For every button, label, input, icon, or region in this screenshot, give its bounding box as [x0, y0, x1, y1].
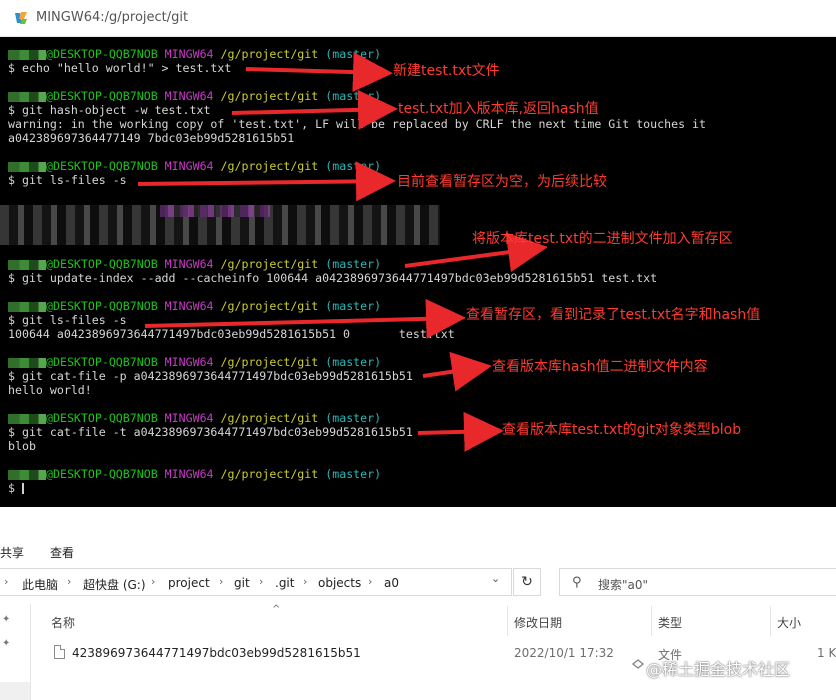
- redacted-region: [160, 205, 270, 217]
- breadcrumb-this-pc[interactable]: 此电脑: [22, 576, 58, 593]
- command-line: $ echo "hello world!" > test.txt: [8, 61, 232, 75]
- horizontal-scrollbar[interactable]: [0, 682, 30, 700]
- prompt-block-3: @DESKTOP-QQB7NOB MINGW64 /g/project/git …: [8, 159, 381, 187]
- prompt-line: @DESKTOP-QQB7NOB MINGW64 /g/project/git …: [8, 299, 455, 313]
- prompt-line: @DESKTOP-QQB7NOB MINGW64 /g/project/git …: [8, 467, 381, 481]
- breadcrumb-dotgit[interactable]: .git: [275, 576, 294, 590]
- annotation-ls-files: 查看暂存区，看到记录了test.txt名字和hash值: [466, 307, 761, 323]
- prompt-line: @DESKTOP-QQB7NOB MINGW64 /g/project/git …: [8, 89, 706, 103]
- file-modified: 2022/10/1 17:32: [514, 646, 614, 660]
- tab-share[interactable]: 共享: [0, 544, 24, 561]
- prompt-block-5: @DESKTOP-QQB7NOB MINGW64 /g/project/git …: [8, 299, 455, 341]
- command-line: $ git cat-file -p a0423896973644771497bd…: [8, 369, 413, 383]
- command-line: $ git cat-file -t a0423896973644771497bd…: [8, 425, 413, 439]
- column-header-type[interactable]: 类型: [658, 614, 682, 631]
- prompt-block-6: @DESKTOP-QQB7NOB MINGW64 /g/project/git …: [8, 355, 413, 397]
- address-bar[interactable]: › 此电脑 › 超快盘 (G:) › project › git › .git …: [0, 568, 512, 596]
- column-divider[interactable]: [770, 606, 771, 636]
- chevron-right-icon: ›: [67, 575, 72, 588]
- prompt-line: @DESKTOP-QQB7NOB MINGW64 /g/project/git …: [8, 355, 413, 369]
- annotation-cat-file-p: 查看版本库hash值二进制文件内容: [492, 359, 708, 375]
- column-divider[interactable]: [651, 606, 652, 636]
- watermark: @稀土掘金技术社区: [646, 660, 791, 679]
- breadcrumb-a0[interactable]: a0: [384, 576, 399, 590]
- file-icon: [54, 645, 65, 659]
- annotation-update-index: 将版本库test.txt的二进制文件加入暂存区: [472, 231, 733, 247]
- command-line: $ git update-index --add --cacheinfo 100…: [8, 271, 658, 285]
- search-input[interactable]: ⚲ 搜索"a0": [559, 568, 836, 596]
- file-name: 423896973644771497bdc03eb99d5281615b51: [72, 646, 361, 660]
- column-divider[interactable]: [507, 606, 508, 636]
- command-line: $ git ls-files -s: [8, 173, 127, 187]
- chevron-right-icon: ›: [368, 575, 373, 588]
- column-header-modified[interactable]: 修改日期: [514, 614, 562, 631]
- output-line: 100644 a0423896973644771497bdc03eb99d528…: [8, 327, 455, 341]
- pin-icon[interactable]: ✦: [2, 614, 10, 625]
- chevron-right-icon: ›: [219, 575, 224, 588]
- prompt-block-2: @DESKTOP-QQB7NOB MINGW64 /g/project/git …: [8, 89, 706, 145]
- chevron-right-icon: ›: [4, 575, 9, 588]
- output-line: warning: in the working copy of 'test.tx…: [8, 117, 707, 131]
- command-line: $ git ls-files -s: [8, 313, 127, 327]
- text-cursor: [21, 483, 24, 494]
- breadcrumb-objects[interactable]: objects: [318, 576, 361, 590]
- chevron-down-icon[interactable]: ⌄: [491, 572, 500, 585]
- prompt-line: @DESKTOP-QQB7NOB MINGW64 /g/project/git …: [8, 257, 657, 271]
- chevron-right-icon: ›: [303, 575, 308, 588]
- redacted-username: [8, 259, 46, 270]
- annotation-cat-file-t: 查看版本库test.txt的git对象类型blob: [502, 422, 742, 438]
- chevron-right-icon: ›: [259, 575, 264, 588]
- column-header-size[interactable]: 大小: [777, 614, 801, 631]
- prompt-line: @DESKTOP-QQB7NOB MINGW64 /g/project/git …: [8, 411, 413, 425]
- annotation-hash-object: test.txt加入版本库,返回hash值: [398, 101, 599, 117]
- redacted-username: [8, 469, 46, 480]
- juejin-logo-icon: [632, 659, 644, 669]
- input-line[interactable]: $: [8, 481, 381, 495]
- prompt-line: @DESKTOP-QQB7NOB MINGW64 /g/project/git …: [8, 47, 381, 61]
- prompt-line: @DESKTOP-QQB7NOB MINGW64 /g/project/git …: [8, 159, 381, 173]
- column-header-name[interactable]: 名称: [51, 614, 75, 631]
- chevron-right-icon: ›: [151, 575, 156, 588]
- file-explorer: 共享 查看 › 此电脑 › 超快盘 (G:) › project › git ›…: [0, 508, 836, 700]
- terminal-titlebar: MINGW64:/g/project/git: [0, 0, 836, 37]
- prompt-block-1: @DESKTOP-QQB7NOB MINGW64 /g/project/git …: [8, 47, 381, 75]
- window-title: MINGW64:/g/project/git: [36, 10, 189, 25]
- breadcrumb-project[interactable]: project: [168, 576, 210, 590]
- output-line: hello world!: [8, 383, 92, 397]
- sort-ascending-icon: ^: [272, 604, 281, 615]
- refresh-button[interactable]: ↻: [513, 568, 541, 596]
- prompt-block-8: @DESKTOP-QQB7NOB MINGW64 /g/project/git …: [8, 467, 381, 495]
- search-icon: ⚲: [572, 575, 582, 590]
- prompt-block-7: @DESKTOP-QQB7NOB MINGW64 /g/project/git …: [8, 411, 413, 453]
- mingw-app-icon: [15, 12, 27, 24]
- redacted-username: [8, 49, 46, 60]
- redacted-username: [8, 91, 46, 102]
- command-line: $ git hash-object -w test.txt: [8, 103, 211, 117]
- tab-view[interactable]: 查看: [50, 544, 74, 561]
- pin-icon[interactable]: ✦: [2, 638, 10, 649]
- redacted-username: [8, 161, 46, 172]
- output-line: a042389697364477149 7bdc03eb99d5281615b5…: [8, 131, 295, 145]
- prompt-block-4: @DESKTOP-QQB7NOB MINGW64 /g/project/git …: [8, 257, 657, 285]
- redacted-username: [8, 357, 46, 368]
- redacted-username: [8, 413, 46, 424]
- annotation-empty-index: 目前查看暂存区为空，为后续比较: [397, 174, 607, 190]
- breadcrumb-drive[interactable]: 超快盘 (G:): [83, 576, 146, 593]
- search-placeholder: 搜索"a0": [598, 578, 649, 592]
- breadcrumb-git[interactable]: git: [234, 576, 250, 590]
- output-line: blob: [8, 439, 36, 453]
- annotation-create-file: 新建test.txt文件: [393, 63, 500, 79]
- file-size: 1 K: [817, 646, 836, 660]
- redacted-username: [8, 301, 46, 312]
- refresh-icon: ↻: [521, 574, 533, 590]
